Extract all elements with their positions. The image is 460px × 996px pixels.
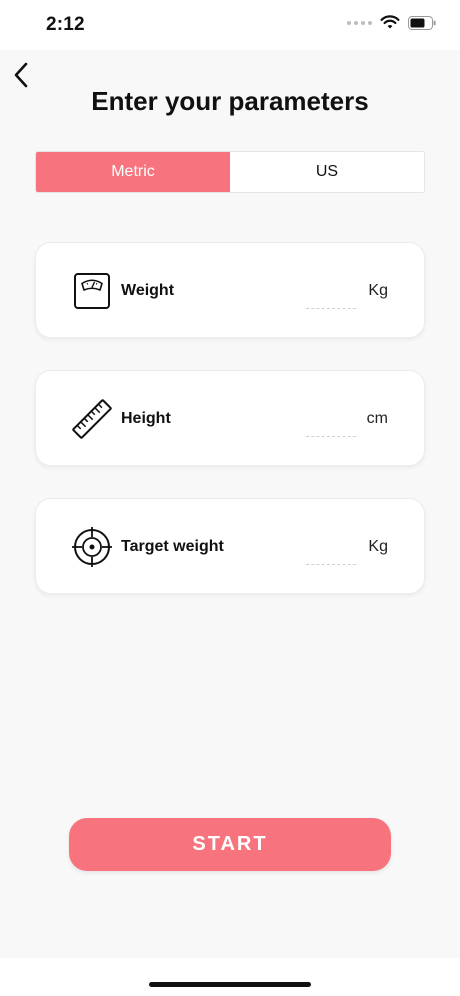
weight-card[interactable]: Weight Kg [35, 242, 425, 338]
height-input[interactable] [306, 417, 356, 437]
weight-input[interactable] [306, 289, 356, 309]
height-unit: cm [366, 410, 388, 427]
height-card[interactable]: Height cm [35, 370, 425, 466]
unit-option-us[interactable]: US [230, 152, 424, 192]
target-weight-label: Target weight [121, 538, 224, 555]
page-title: Enter your parameters [91, 86, 369, 116]
home-indicator[interactable] [149, 982, 311, 987]
scale-icon [74, 273, 110, 309]
start-button[interactable]: START [69, 818, 391, 871]
chevron-left-icon [14, 62, 28, 88]
target-weight-input[interactable] [306, 545, 356, 565]
wifi-icon [380, 15, 400, 29]
unit-option-metric[interactable]: Metric [36, 152, 230, 192]
ruler-icon [72, 399, 112, 439]
height-label: Height [121, 410, 171, 427]
weight-label: Weight [121, 282, 175, 299]
target-weight-card[interactable]: Target weight Kg [35, 498, 425, 594]
bottom-area [0, 958, 460, 996]
battery-icon [408, 15, 436, 30]
weight-unit: Kg [368, 282, 388, 299]
target-weight-unit: Kg [368, 538, 388, 555]
status-bar: 2:12 [0, 0, 460, 50]
status-time: 2:12 [46, 14, 85, 35]
cellular-dots-icon [347, 20, 372, 25]
target-icon [72, 527, 112, 567]
unit-toggle: Metric US [35, 151, 425, 193]
status-icons [347, 15, 436, 30]
